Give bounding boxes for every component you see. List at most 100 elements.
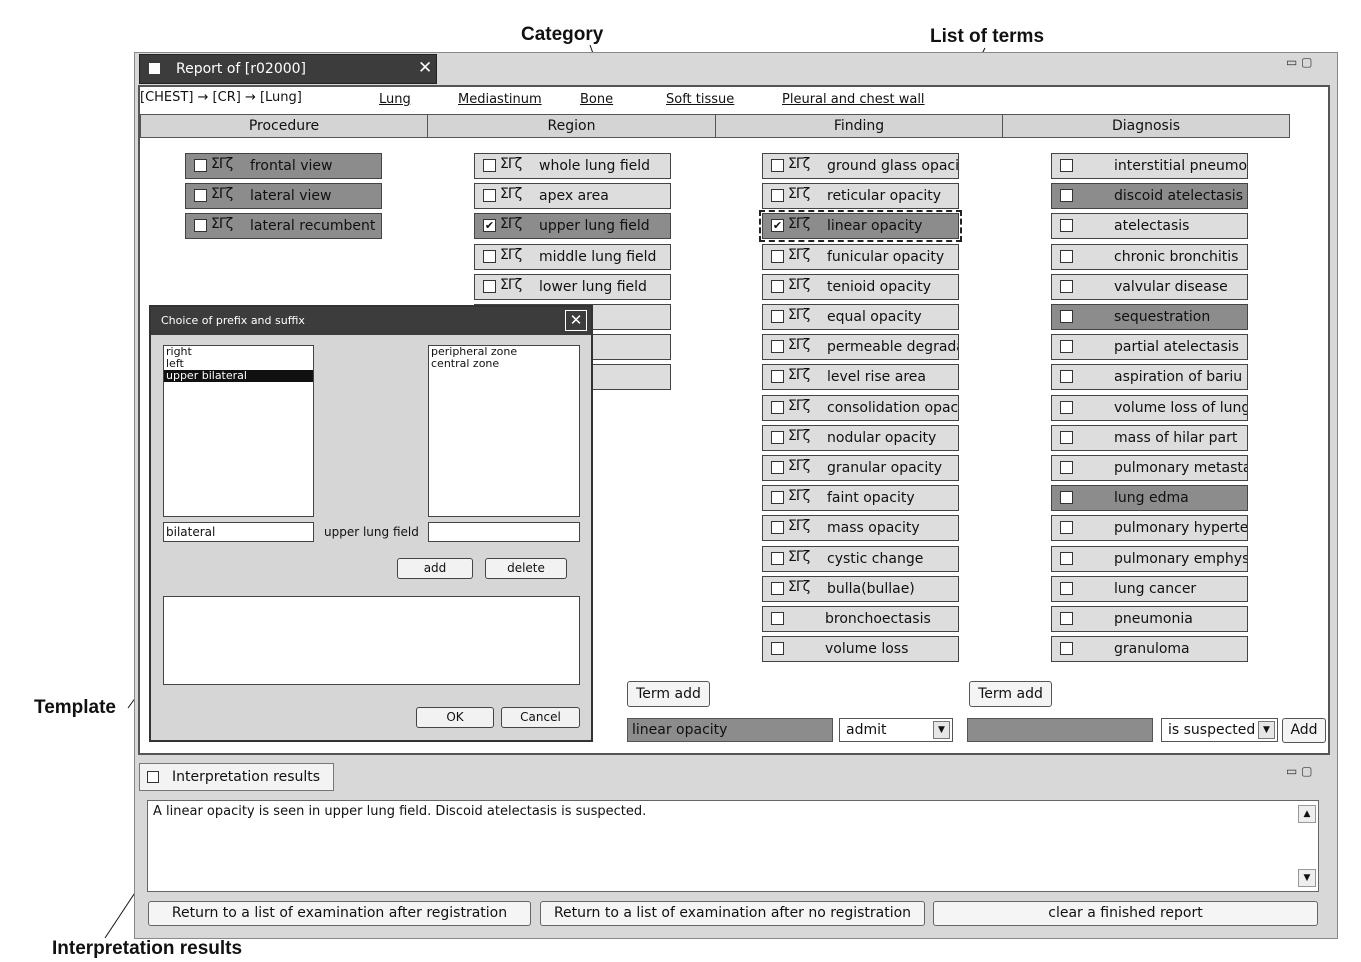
template-icon[interactable]: ΣΓζ [788, 398, 810, 414]
scroll-up-icon[interactable]: ▲ [1298, 805, 1316, 823]
template-icon[interactable]: ΣΓζ [788, 488, 810, 504]
diagnosis-item[interactable]: granuloma [1051, 636, 1248, 663]
checkbox[interactable] [771, 400, 784, 414]
checkbox[interactable] [194, 159, 207, 172]
finding-item[interactable]: ΣΓζ consolidation opac [762, 394, 959, 421]
template-icon[interactable]: ΣΓζ [211, 216, 233, 232]
finding-item[interactable]: ΣΓζ funicular opacity [762, 243, 959, 270]
template-icon[interactable]: ΣΓζ [788, 216, 810, 232]
return-after-registration-button[interactable]: Return to a list of examination after re… [148, 901, 531, 926]
dialog-add-button[interactable]: add [397, 558, 473, 579]
checkbox[interactable] [771, 461, 784, 474]
region-item[interactable]: ΣΓζ middle lung field [474, 243, 671, 270]
checkbox[interactable] [1060, 249, 1073, 263]
finding-item[interactable]: bronchoectasis [762, 606, 959, 632]
checkbox[interactable] [771, 581, 784, 595]
prefix-option-selected[interactable]: upper bilateral [164, 370, 313, 382]
dialog-close-icon[interactable]: ✕ [565, 310, 587, 331]
checkbox[interactable] [1060, 340, 1073, 354]
prefix-option[interactable]: right [164, 346, 313, 358]
finding-item[interactable]: ΣΓζ nodular opacity [762, 424, 959, 451]
finding-item[interactable]: volume loss [762, 636, 959, 663]
finding-item[interactable]: ΣΓζ tenioid opacity [762, 273, 959, 300]
checkbox[interactable] [1060, 159, 1073, 172]
template-icon[interactable]: ΣΓζ [788, 549, 810, 565]
checkbox[interactable] [1060, 219, 1073, 233]
term-add-finding-button[interactable]: Term add [627, 681, 710, 707]
finding-assertion-select[interactable]: admit ▼ [839, 718, 953, 742]
category-bone[interactable]: Bone [580, 92, 613, 107]
diagnosis-item[interactable]: lung edma [1051, 485, 1248, 512]
diagnosis-item[interactable]: pulmonary hyperte [1051, 515, 1248, 542]
region-item[interactable]: ΣΓζ lower lung field [474, 273, 671, 300]
finding-item[interactable]: ΣΓζ permeable degrada [762, 334, 959, 361]
report-tab[interactable]: Report of [r02000] ✕ [139, 54, 437, 84]
template-textarea[interactable] [163, 596, 580, 685]
finding-item[interactable]: ✔ ΣΓζ linear opacity [759, 210, 962, 243]
template-icon[interactable]: ΣΓζ [788, 186, 810, 202]
checkbox[interactable] [1060, 581, 1073, 595]
template-icon[interactable]: ΣΓζ [788, 428, 810, 444]
suffix-input[interactable] [428, 522, 580, 542]
term-add-diagnosis-button[interactable]: Term add [969, 681, 1052, 707]
template-icon[interactable]: ΣΓζ [788, 579, 810, 595]
checkbox[interactable] [771, 370, 784, 384]
checkbox[interactable] [1060, 461, 1073, 474]
checkbox[interactable] [771, 310, 784, 323]
checkbox[interactable] [771, 551, 784, 565]
clear-finished-report-button[interactable]: clear a finished report [933, 901, 1318, 926]
chevron-down-icon[interactable]: ▼ [1258, 721, 1275, 739]
checkbox[interactable] [771, 521, 784, 535]
finding-item[interactable]: ΣΓζ equal opacity [762, 304, 959, 330]
diagnosis-item[interactable]: sequestration [1051, 304, 1248, 330]
checkbox[interactable] [771, 189, 784, 203]
checkbox[interactable] [1060, 189, 1073, 203]
diagnosis-item[interactable]: discoid atelectasis [1051, 183, 1248, 210]
dialog-cancel-button[interactable]: Cancel [501, 707, 580, 728]
diagnosis-item[interactable]: mass of hilar part [1051, 424, 1248, 451]
suffix-option[interactable]: central zone [429, 358, 579, 370]
checkbox[interactable] [1060, 612, 1073, 625]
dialog-delete-button[interactable]: delete [485, 558, 567, 579]
checkbox[interactable] [771, 430, 784, 444]
checkbox[interactable] [1060, 521, 1073, 535]
template-icon[interactable]: ΣΓζ [788, 277, 810, 293]
diagnosis-item[interactable]: pneumonia [1051, 606, 1248, 632]
window-controls-icon[interactable]: ▭ ▢ [1286, 55, 1313, 69]
finding-item[interactable]: ΣΓζ cystic change [762, 545, 959, 572]
finding-item[interactable]: ΣΓζ ground glass opacit [762, 153, 959, 179]
finding-item[interactable]: ΣΓζ reticular opacity [762, 183, 959, 210]
checkbox[interactable] [771, 279, 784, 293]
template-icon[interactable]: ΣΓζ [788, 458, 810, 474]
checkbox[interactable] [771, 491, 784, 505]
checkbox[interactable] [1060, 430, 1073, 444]
checkbox[interactable]: ✔ [483, 219, 496, 233]
suffix-list[interactable]: peripheral zone central zone [428, 345, 580, 517]
checkbox[interactable] [1060, 551, 1073, 565]
diagnosis-item[interactable]: volume loss of lung [1051, 394, 1248, 421]
template-icon[interactable]: ΣΓζ [788, 337, 810, 353]
template-icon[interactable]: ΣΓζ [788, 307, 810, 323]
checkbox[interactable] [483, 159, 496, 172]
diagnosis-item[interactable]: interstitial pneumo [1051, 153, 1248, 179]
checkbox[interactable] [1060, 491, 1073, 505]
return-after-no-registration-button[interactable]: Return to a list of examination after no… [540, 901, 925, 926]
diagnosis-item[interactable]: aspiration of bariu [1051, 364, 1248, 391]
checkbox[interactable] [1060, 310, 1073, 323]
diagnosis-assertion-select[interactable]: is suspected ▼ [1161, 718, 1278, 742]
checkbox[interactable] [1060, 279, 1073, 293]
checkbox[interactable] [771, 159, 784, 172]
category-soft-tissue[interactable]: Soft tissue [666, 92, 734, 107]
procedure-item[interactable]: ΣΓζ lateral view [185, 183, 382, 210]
category-pleural-chest-wall[interactable]: Pleural and chest wall [782, 92, 925, 107]
category-mediastinum[interactable]: Mediastinum [458, 92, 542, 107]
checkbox[interactable] [483, 189, 496, 203]
diagnosis-term-field[interactable] [967, 718, 1153, 742]
procedure-item[interactable]: ΣΓζ lateral recumbent [185, 213, 382, 240]
checkbox[interactable] [771, 642, 784, 656]
finding-item[interactable]: ΣΓζ faint opacity [762, 485, 959, 512]
chevron-down-icon[interactable]: ▼ [933, 721, 950, 739]
checkbox[interactable] [194, 219, 207, 233]
category-lung[interactable]: Lung [379, 92, 411, 107]
finding-term-field[interactable]: linear opacity [627, 718, 833, 742]
